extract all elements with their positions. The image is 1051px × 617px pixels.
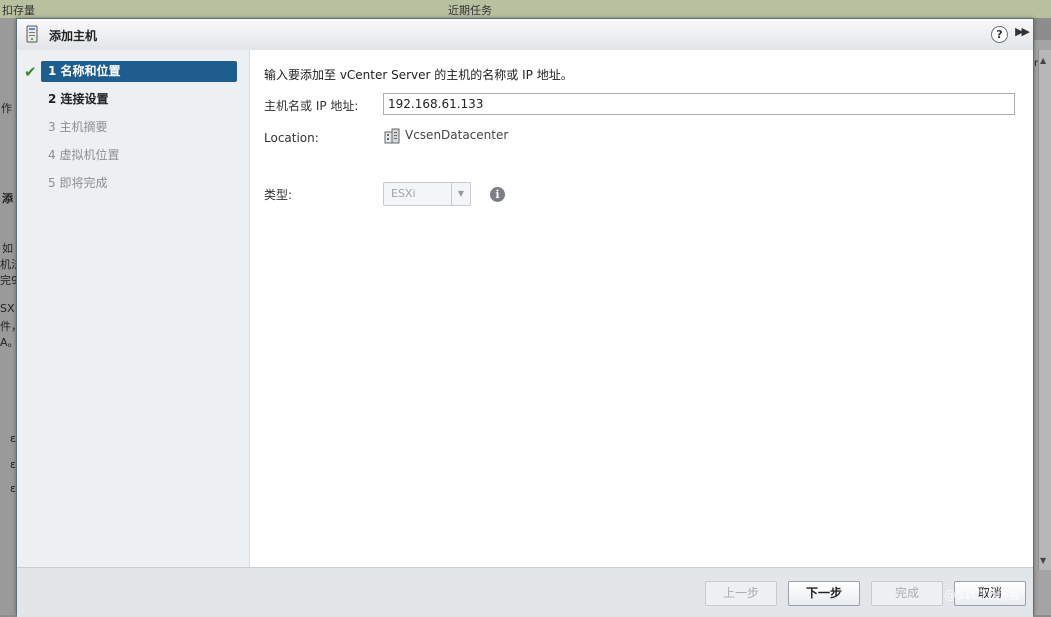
step-label: 5 即将完成 [48,176,108,190]
background-text-fragment: SX [0,302,15,315]
type-label: 类型: [264,188,293,202]
step-name-and-location[interactable]: ✔ 1 名称和位置 [17,61,249,83]
expand-dialog-icon[interactable]: ▶▶ [1015,25,1030,38]
wizard-content: 输入要添加至 vCenter Server 的主机的名称或 IP 地址。 主机名… [250,50,1033,567]
step-connection-settings[interactable]: 2 连接设置 [17,89,249,111]
type-dropdown: ESXi ▼ [383,182,471,206]
background-text-fragment: 添 [2,192,13,205]
step-label: 4 虚拟机位置 [48,148,120,162]
location-value: VcsenDatacenter [405,128,509,142]
datacenter-icon [384,128,400,147]
help-icon[interactable]: ? [991,26,1008,43]
step-label: 2 连接设置 [48,92,109,106]
host-label: 主机名或 IP 地址: [264,99,359,113]
dialog-footer: 上一步 下一步 完成 取消 [17,567,1033,617]
step-vm-location: 4 虚拟机位置 [17,145,249,167]
step-label: 3 主机摘要 [48,120,108,134]
location-label: Location: [264,131,319,145]
host-address-input[interactable] [383,93,1015,115]
dialog-title: 添加主机 [49,29,98,43]
chevron-down-icon: ▼ [451,183,470,205]
step-ready-to-complete: 5 即将完成 [17,173,249,195]
background-topbar: 扣存量 近期任务 [0,0,1051,18]
instruction-text: 输入要添加至 vCenter Server 的主机的名称或 IP 地址。 [264,68,573,82]
background-scrollbar[interactable] [1038,50,1051,570]
background-topbar-recent-tasks: 近期任务 [448,4,492,17]
next-button[interactable]: 下一步 [788,581,860,606]
background-text-fragment: 作 [1,102,12,115]
background-text-fragment: 如 [2,242,13,255]
scroll-up-arrow-icon[interactable]: ▲ [1040,56,1046,65]
wizard-steps-nav: ✔ 1 名称和位置 2 连接设置 3 主机摘要 4 虚拟机位置 5 即将完成 [17,50,250,567]
step-host-summary: 3 主机摘要 [17,117,249,139]
type-value: ESXi [391,187,416,200]
host-icon [25,25,39,46]
dialog-titlebar: 添加主机 ? ▶▶ [17,19,1033,51]
scroll-down-arrow-icon[interactable]: ▼ [1040,556,1046,565]
add-host-dialog: 添加主机 ? ▶▶ ✔ 1 名称和位置 2 连接设置 3 主机摘要 4 虚拟机位… [16,18,1034,617]
watermark: @51CTO博客 [944,588,1021,602]
finish-button: 完成 [871,581,943,606]
step-label: 1 名称和位置 [41,61,237,82]
check-icon: ✔ [24,63,37,81]
background-topbar-left-text: 扣存量 [2,4,35,17]
back-button: 上一步 [705,581,777,606]
info-icon[interactable]: i [490,187,505,202]
